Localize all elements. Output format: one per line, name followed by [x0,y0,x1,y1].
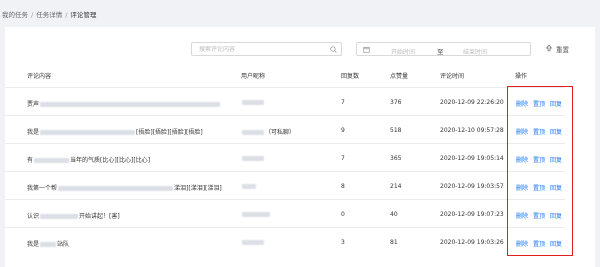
delete-button[interactable]: 删除 [516,127,528,136]
delete-button[interactable]: 删除 [516,155,528,164]
calendar-icon [363,46,370,55]
user-nickname [241,99,265,106]
like-count: 365 [390,155,402,162]
header-replies: 回复数 [341,73,360,80]
like-count: 81 [390,239,398,246]
comment-time: 2020-12-09 19:05:14 [440,155,504,162]
breadcrumb-separator: / [31,11,34,19]
comment-time: 2020-12-09 19:07:23 [440,211,504,218]
like-count: 214 [390,183,402,190]
reset-icon [545,44,553,54]
comment-time: 2020-12-09 19:03:26 [440,239,504,246]
search-input[interactable] [199,46,319,53]
reply-count: 7 [341,155,345,162]
breadcrumb: 我的任务 / 任务详情 / 评论管理 [2,9,96,19]
delete-button[interactable]: 删除 [516,183,528,192]
reply-count: 8 [341,183,345,190]
like-count: 518 [390,127,402,134]
comment-content: 认识 开始讲起！[害] [27,213,120,220]
user-nickname [241,211,271,218]
row-actions: 删除 置顶 回复 [516,127,562,136]
comment-time: 2020-12-10 09:57:28 [440,127,504,134]
delete-button[interactable]: 删除 [516,211,528,220]
reply-count: 7 [341,99,345,106]
user-nickname: （可私聊） [241,127,295,136]
table-header: 评论内容 用户昵称 回复数 点赞量 评论时间 操作 [0,71,600,81]
end-date-input[interactable]: 结束时间 [463,47,487,56]
breadcrumb-task-detail[interactable]: 任务详情 [36,11,62,19]
comment-content: 我是 站队 [27,241,70,248]
reply-count: 9 [341,127,345,134]
reply-button[interactable]: 回复 [550,211,562,220]
row-actions: 删除 置顶 回复 [516,239,562,248]
user-nickname [241,183,257,190]
table-row: 有当年的气质[比心][比心][比心] 7 365 2020-12-09 19:0… [5,143,565,172]
table-row: 我是 站队 3 81 2020-12-09 19:03:26 删除 置顶 回复 [5,227,565,256]
comment-content: 有当年的气质[比心][比心][比心] [27,157,151,164]
delete-button[interactable]: 删除 [516,99,528,108]
reply-button[interactable]: 回复 [550,127,562,136]
date-range-picker[interactable]: 开始时间 至 结束时间 [356,42,531,56]
breadcrumb-separator: / [65,11,68,19]
pin-button[interactable]: 置顶 [533,99,545,108]
row-actions: 删除 置顶 回复 [516,99,562,108]
header-time: 评论时间 [440,73,465,80]
comment-time: 2020-12-09 22:26:20 [440,99,504,106]
header-nickname: 用户昵称 [241,73,266,80]
table-row: 贾声 7 376 2020-12-09 22:26:20 删除 置顶 回复 [5,87,565,116]
table-row: 我是 [捂脸][捂脸][捂脸][捂脸] （可私聊） 9 518 2020-12-1… [5,115,565,144]
table-row: 认识 开始讲起！[害] 0 40 2020-12-09 19:07:23 删除 置… [5,199,565,228]
header-actions: 操作 [515,73,528,80]
pin-button[interactable]: 置顶 [533,239,545,248]
comment-content: 我第一个帮 涕泪][涕泪][涕泪] [27,185,222,192]
delete-button[interactable]: 删除 [516,239,528,248]
reply-button[interactable]: 回复 [550,99,562,108]
reset-button[interactable]: 重置 [545,43,569,55]
date-range-separator: 至 [437,48,444,56]
header-likes: 点赞量 [390,73,409,80]
reply-count: 3 [341,239,345,246]
comment-content: 贾声 [27,99,221,108]
row-actions: 删除 置顶 回复 [516,155,562,164]
pin-button[interactable]: 置顶 [533,183,545,192]
comment-time: 2020-12-09 19:03:57 [440,183,504,190]
user-nickname [241,155,265,162]
reply-button[interactable]: 回复 [550,155,562,164]
pin-button[interactable]: 置顶 [533,211,545,220]
reply-button[interactable]: 回复 [550,183,562,192]
like-count: 40 [390,211,398,218]
like-count: 376 [390,99,402,106]
table-row: 我第一个帮 涕泪][涕泪][涕泪] 8 214 2020-12-09 19:03:… [5,171,565,200]
user-nickname [241,239,265,246]
pin-button[interactable]: 置顶 [533,127,545,136]
header-content: 评论内容 [27,73,52,80]
reset-label: 重置 [556,46,569,54]
breadcrumb-current: 评论管理 [70,11,97,19]
row-actions: 删除 置顶 回复 [516,183,562,192]
comment-content: 我是 [捂脸][捂脸][捂脸][捂脸] [27,129,203,136]
start-date-input[interactable]: 开始时间 [391,47,415,56]
row-actions: 删除 置顶 回复 [516,211,562,220]
breadcrumb-my-tasks[interactable]: 我的任务 [2,11,28,19]
reply-button[interactable]: 回复 [550,239,562,248]
reply-count: 0 [341,211,345,218]
pin-button[interactable]: 置顶 [533,155,545,164]
search-icon[interactable] [330,46,337,55]
search-box[interactable] [191,42,342,56]
